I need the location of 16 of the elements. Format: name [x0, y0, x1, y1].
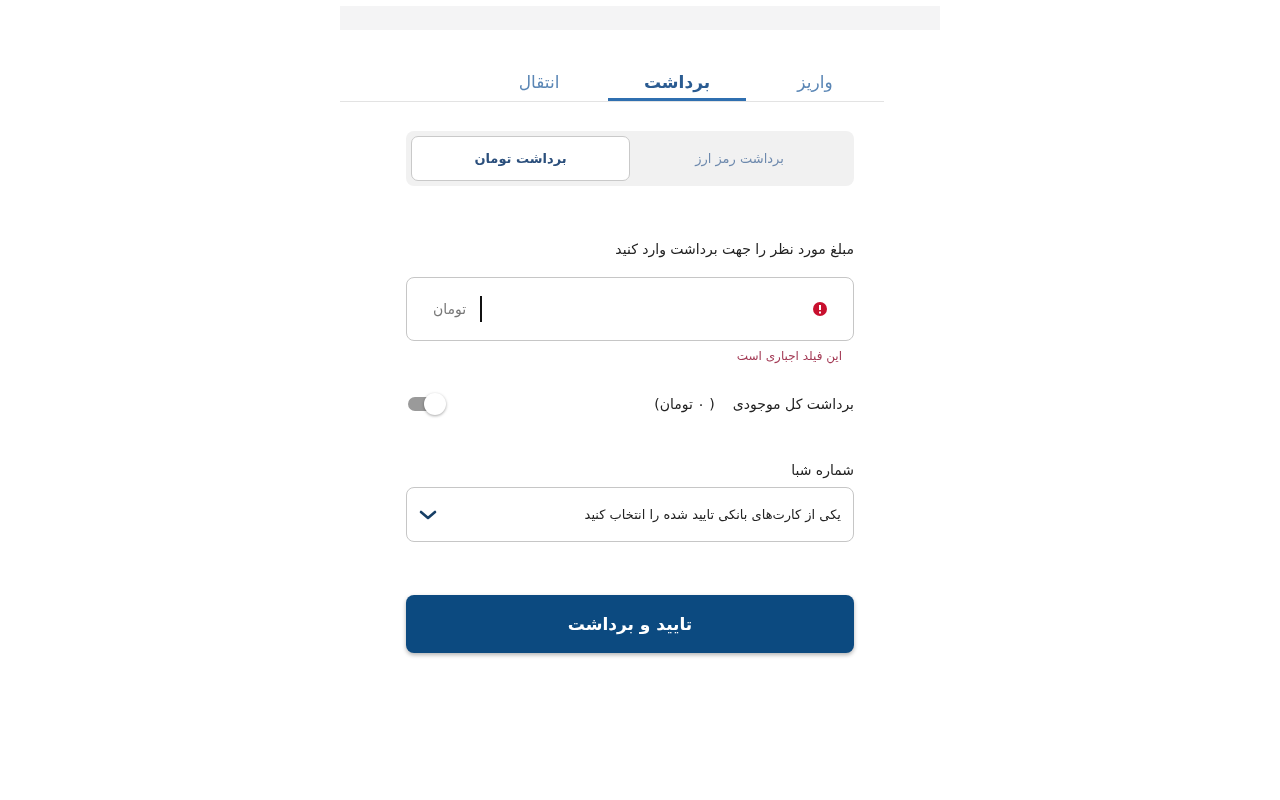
sheba-select[interactable]: یکی از کارت‌های بانکی تایید شده را انتخاب کنید [406, 487, 854, 542]
segment-option[interactable]: برداشت تومان [411, 136, 630, 181]
chevron-down-icon [419, 508, 437, 521]
amount-field[interactable]: تومان [406, 277, 854, 341]
error-icon [813, 302, 827, 316]
field-label: شماره شبا [790, 462, 854, 478]
balance-text: ( ۰ تومان) [654, 396, 715, 412]
withdraw-all-label: برداشت کل موجودی [732, 396, 854, 412]
error-message: این فیلد اجباری است [735, 349, 842, 363]
tab[interactable]: واریز [746, 30, 884, 101]
toggle-switch[interactable] [406, 393, 446, 415]
submit-button[interactable]: تایید و برداشت [406, 595, 854, 653]
field-label: مبلغ مورد نظر را جهت برداشت وارد کنید [614, 241, 854, 257]
unit-label: تومان [433, 301, 467, 317]
tab[interactable]: برداشت [608, 30, 746, 101]
tab[interactable]: انتقال [470, 30, 608, 101]
